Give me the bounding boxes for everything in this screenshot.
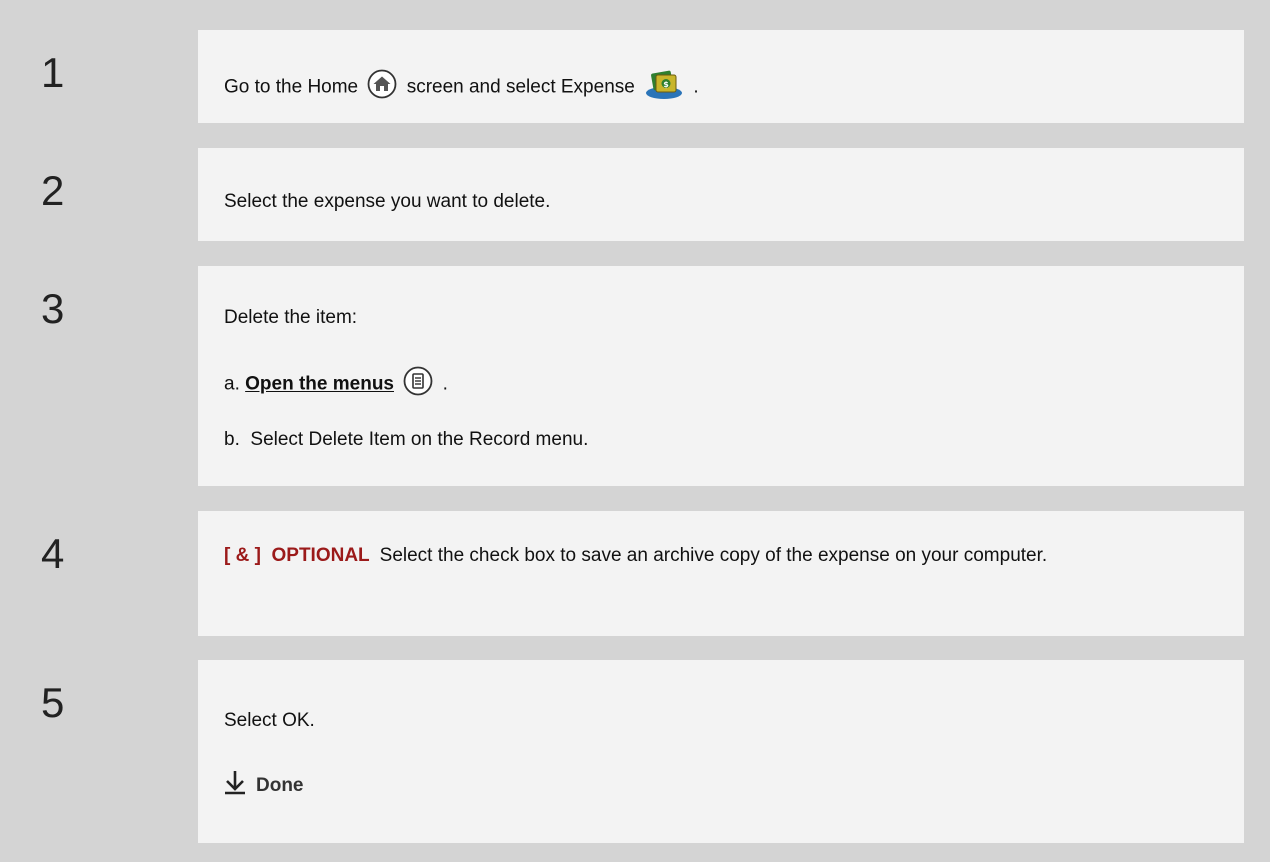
done-marker: Done bbox=[224, 769, 304, 802]
step-2: 2 Select the expense you want to delete. bbox=[12, 148, 1244, 241]
step-text: . bbox=[693, 76, 699, 98]
optional-label: [ & ] OPTIONAL bbox=[224, 545, 370, 566]
down-arrow-icon bbox=[224, 769, 246, 802]
step-content: Delete the item: a. Open the menus . b. … bbox=[198, 266, 1244, 486]
step-number: 3 bbox=[12, 266, 198, 486]
expense-app-icon: $ bbox=[644, 68, 684, 107]
step-5: 5 Select OK. Done bbox=[12, 660, 1244, 843]
step-number: 2 bbox=[12, 148, 198, 241]
substep-a: a. Open the menus . bbox=[224, 366, 448, 403]
step-number: 4 bbox=[12, 511, 198, 636]
step-number: 5 bbox=[12, 660, 198, 843]
step-4: 4 [ & ] OPTIONAL Select the check box to … bbox=[12, 511, 1244, 636]
step-text: Select OK. bbox=[224, 710, 315, 731]
step-text: Select the expense you want to delete. bbox=[224, 191, 551, 212]
step-1: 1 Go to the Home screen and select Expen… bbox=[12, 30, 1244, 123]
step-intro: Delete the item: bbox=[224, 307, 358, 328]
menu-icon bbox=[403, 366, 433, 403]
step-content: Select OK. Done bbox=[198, 660, 1244, 843]
substep-a-suffix: . bbox=[442, 373, 448, 395]
substep-b: b. Select Delete Item on the Record menu… bbox=[224, 429, 589, 450]
step-content: [ & ] OPTIONAL Select the check box to sa… bbox=[198, 511, 1244, 636]
step-number: 1 bbox=[12, 30, 198, 123]
step-3: 3 Delete the item: a. Open the menus . b bbox=[12, 266, 1244, 486]
open-menus-link[interactable]: Open the menus bbox=[245, 374, 394, 395]
step-text: screen and select Expense bbox=[406, 76, 635, 98]
substep-a-prefix: a. bbox=[224, 373, 240, 395]
step-text: Go to the Home bbox=[224, 76, 359, 98]
home-icon bbox=[367, 69, 397, 106]
step-text: Select the check box to save an archive … bbox=[379, 545, 1048, 566]
svg-text:$: $ bbox=[663, 80, 669, 89]
step-content: Go to the Home screen and select Expense… bbox=[198, 30, 1244, 123]
steps-list: 1 Go to the Home screen and select Expen… bbox=[0, 0, 1270, 862]
step-content: Select the expense you want to delete. bbox=[198, 148, 1244, 241]
done-label: Done bbox=[256, 774, 304, 796]
